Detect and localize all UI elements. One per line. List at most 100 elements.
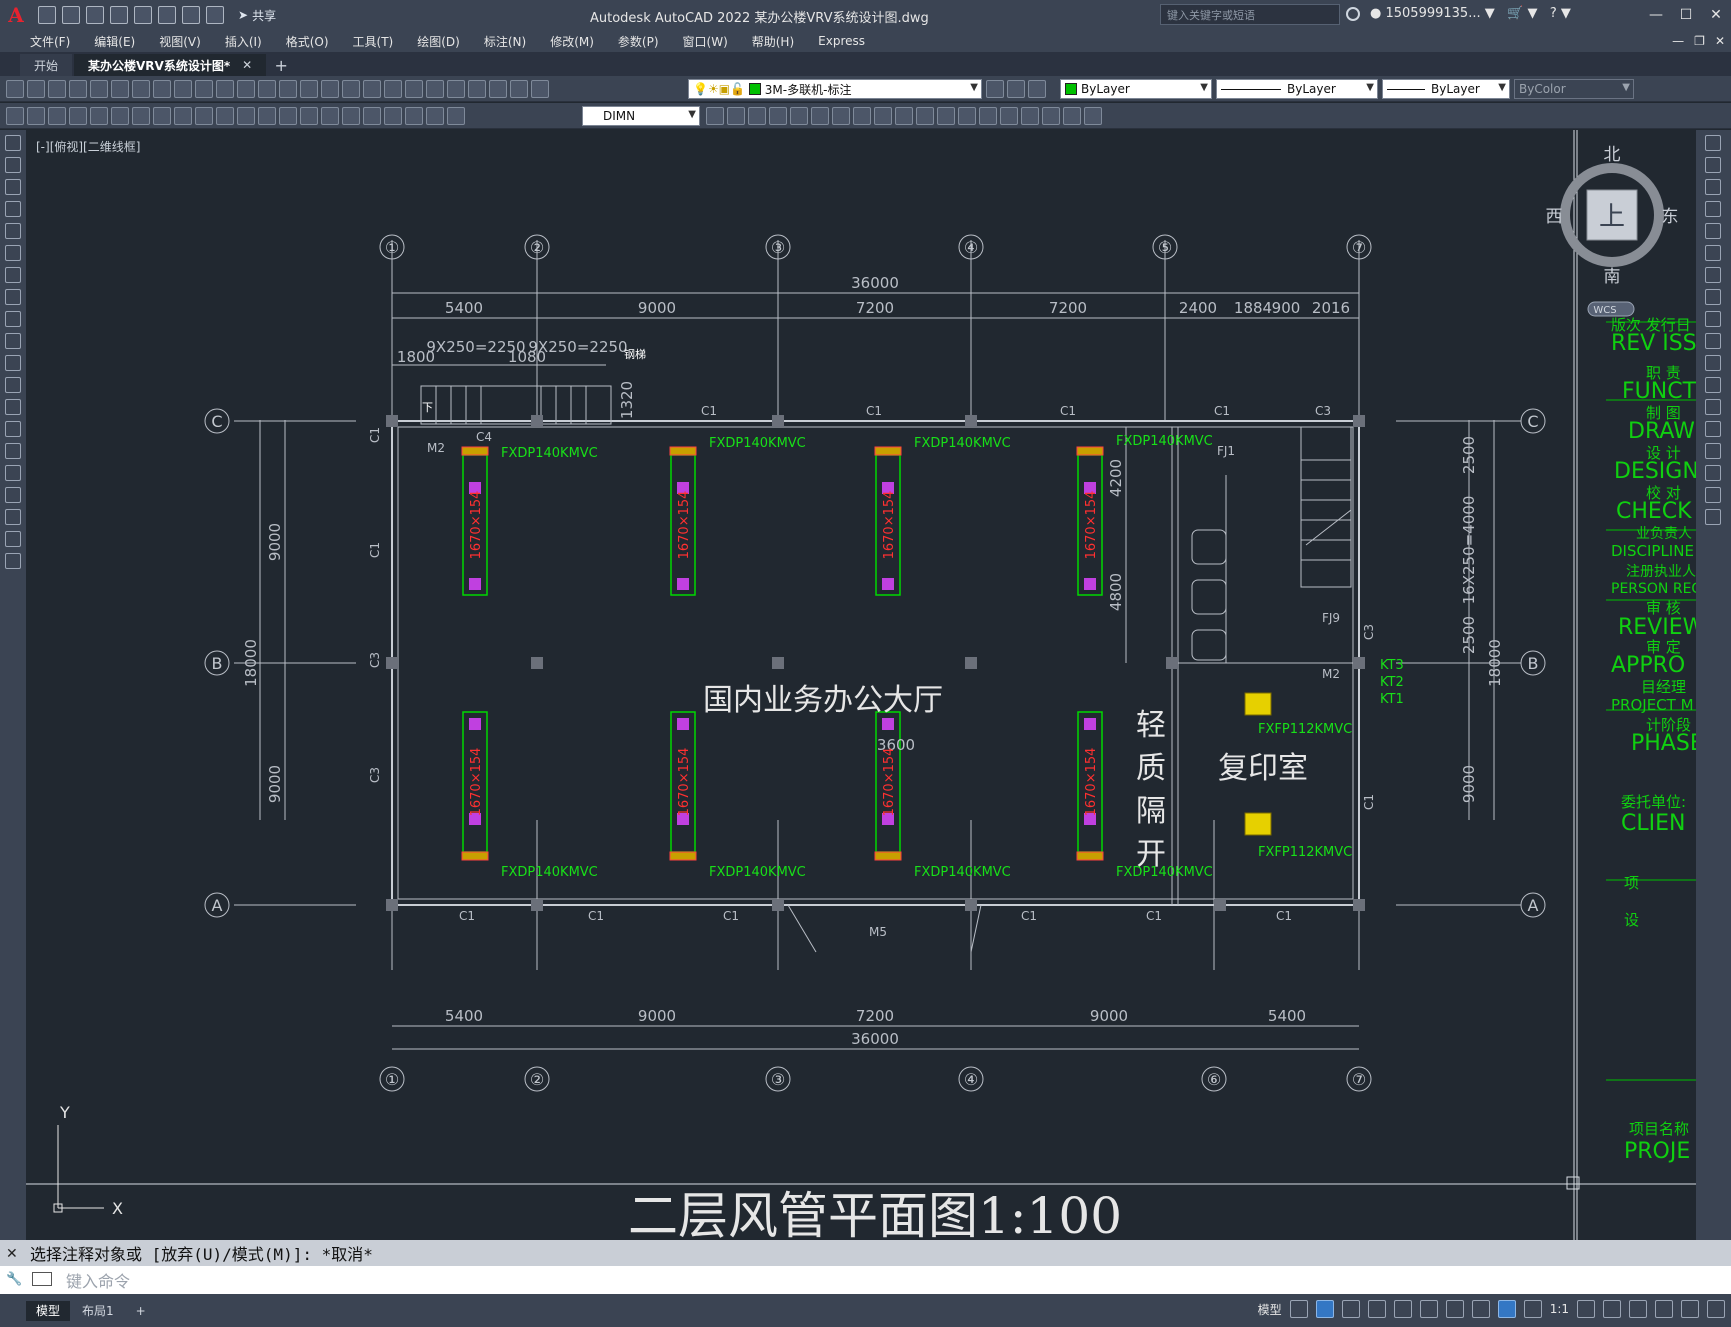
draw-order-icon[interactable] <box>1063 107 1081 125</box>
print-preview-icon[interactable] <box>90 80 108 98</box>
redo-icon[interactable] <box>279 80 297 98</box>
viewcube[interactable]: 上 北 南 东 西 WCS <box>1546 145 1679 317</box>
undo-icon[interactable] <box>258 80 276 98</box>
menu-format[interactable]: 格式(O) <box>274 33 341 50</box>
rotate-icon[interactable] <box>1705 267 1721 283</box>
dim-style-icon[interactable] <box>706 107 724 125</box>
search-icon[interactable] <box>1346 7 1360 21</box>
linetype-dropdown[interactable]: ByLayer ▼ <box>1216 79 1378 99</box>
publish-icon[interactable] <box>111 80 129 98</box>
open-icon[interactable] <box>27 80 45 98</box>
zoom-realtime-icon[interactable] <box>321 80 339 98</box>
fillet-icon[interactable] <box>1705 465 1721 481</box>
menu-edit[interactable]: 编辑(E) <box>82 33 147 50</box>
menu-draw[interactable]: 绘图(D) <box>405 33 472 50</box>
diameter-dim-icon[interactable] <box>195 107 213 125</box>
annotation-sync-icon[interactable] <box>48 107 66 125</box>
blend-curves-icon[interactable] <box>1705 487 1721 503</box>
polyline-icon[interactable] <box>5 179 21 195</box>
dim-space-icon[interactable] <box>300 107 318 125</box>
pan-icon[interactable] <box>300 80 318 98</box>
viewcube-south[interactable]: 南 <box>1604 267 1621 287</box>
array-icon[interactable] <box>1705 223 1721 239</box>
baseline-dim-icon[interactable] <box>258 107 276 125</box>
menu-tools[interactable]: 工具(T) <box>341 33 406 50</box>
jogged-linear-icon[interactable] <box>405 107 423 125</box>
web-mobile-icon[interactable] <box>134 6 152 24</box>
tool-palettes-icon[interactable] <box>426 80 444 98</box>
circle-icon[interactable] <box>5 267 21 283</box>
jogged-dim-icon[interactable] <box>174 107 192 125</box>
workspace-gear-icon[interactable] <box>1577 1300 1595 1318</box>
fillet-icon[interactable] <box>1000 107 1018 125</box>
block-editor-icon[interactable] <box>237 80 255 98</box>
arc-icon[interactable] <box>5 245 21 261</box>
new-icon[interactable] <box>6 80 24 98</box>
continue-dim-icon[interactable] <box>279 107 297 125</box>
spline-icon[interactable] <box>5 311 21 327</box>
array-icon[interactable] <box>790 107 808 125</box>
multiline-text-icon[interactable] <box>5 531 21 547</box>
auto-scale-icon[interactable] <box>1523 1300 1542 1318</box>
polar-icon[interactable] <box>1367 1300 1386 1318</box>
grid-icon[interactable] <box>1289 1300 1308 1318</box>
close-icon[interactable]: ✕ <box>6 1246 18 1262</box>
dimstyle-dropdown[interactable]: DIMN ▼ <box>582 106 700 126</box>
extend-icon[interactable] <box>916 107 934 125</box>
ellipse-arc-icon[interactable] <box>5 355 21 371</box>
units-icon[interactable] <box>1629 1300 1647 1318</box>
offset-icon[interactable] <box>769 107 787 125</box>
close-button[interactable]: ✕ <box>1701 0 1731 30</box>
chamfer-icon[interactable] <box>1705 443 1721 459</box>
menu-modify[interactable]: 修改(M) <box>538 33 606 50</box>
break-icon[interactable] <box>1705 399 1721 415</box>
ordinate-dim-icon[interactable] <box>132 107 150 125</box>
construction-line-icon[interactable] <box>5 157 21 173</box>
customize-icon[interactable]: 🔧 <box>6 1272 22 1287</box>
annotation-monitor-icon[interactable] <box>1603 1300 1621 1318</box>
print-icon[interactable] <box>69 80 87 98</box>
viewcube-north[interactable]: 北 <box>1604 145 1621 165</box>
annotation-visibility-icon[interactable] <box>1497 1300 1516 1318</box>
object-snap-icon[interactable] <box>1445 1300 1464 1318</box>
sheet-set-icon[interactable] <box>447 80 465 98</box>
chamfer-icon[interactable] <box>979 107 997 125</box>
save-icon[interactable] <box>48 80 66 98</box>
lineweight-dropdown[interactable]: ByLayer ▼ <box>1382 79 1510 99</box>
drawing-canvas[interactable]: [-][俯视][二维线框] ① ② ③ ④ ⑤ ⑦ ① ② ③ ④ ⑥ ⑦ C … <box>26 130 1696 1240</box>
rotate-icon[interactable] <box>832 107 850 125</box>
trim-icon[interactable] <box>895 107 913 125</box>
menu-dimension[interactable]: 标注(N) <box>472 33 538 50</box>
scale-icon[interactable] <box>853 107 871 125</box>
plot-icon[interactable] <box>158 6 176 24</box>
copy-icon[interactable] <box>1705 157 1721 173</box>
scale-icon[interactable] <box>1705 289 1721 305</box>
offset-icon[interactable] <box>1705 201 1721 217</box>
tab-drawing[interactable]: 某办公楼VRV系统设计图* ✕ <box>74 54 267 76</box>
layer-properties-icon[interactable] <box>531 80 549 98</box>
stretch-icon[interactable] <box>1705 311 1721 327</box>
cut-icon[interactable] <box>153 80 171 98</box>
polygon-icon[interactable] <box>5 201 21 217</box>
viewcube-face[interactable]: 上 <box>1599 202 1625 232</box>
make-current-layer-icon[interactable] <box>986 80 1004 98</box>
linear-dim-icon[interactable] <box>69 107 87 125</box>
move-icon[interactable] <box>1705 245 1721 261</box>
annotation-scale-icon[interactable] <box>27 107 45 125</box>
save-as-icon[interactable] <box>110 6 128 24</box>
add-layout-button[interactable]: + <box>126 1301 156 1321</box>
3d-print-icon[interactable] <box>132 80 150 98</box>
minimize-button[interactable]: — <box>1641 0 1671 30</box>
move-icon[interactable] <box>811 107 829 125</box>
layer-dropdown[interactable]: 💡☀▣🔓 3M-多联机-标注 ▼ <box>688 79 982 99</box>
doc-restore-button[interactable]: ❐ <box>1694 34 1705 48</box>
close-tab-icon[interactable]: ✕ <box>242 58 252 72</box>
dim-text-edit-icon[interactable] <box>447 107 465 125</box>
customization-menu-icon[interactable] <box>1707 1300 1725 1318</box>
arc-length-icon[interactable] <box>111 107 129 125</box>
undo-icon[interactable] <box>182 6 200 24</box>
join-icon[interactable] <box>958 107 976 125</box>
gradient-icon[interactable] <box>5 465 21 481</box>
tolerance-icon[interactable] <box>342 107 360 125</box>
paste-icon[interactable] <box>195 80 213 98</box>
